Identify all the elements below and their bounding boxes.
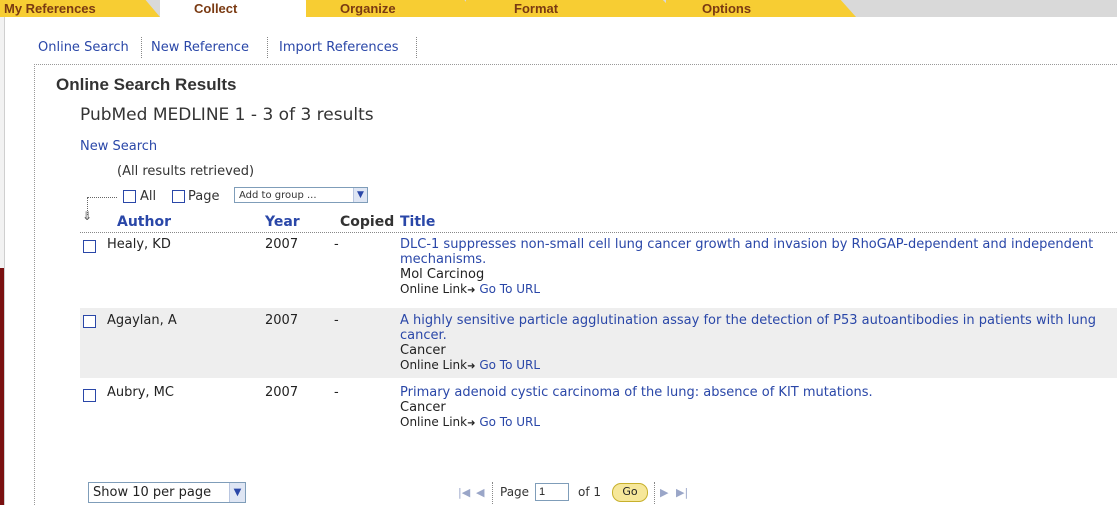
page-label: Page xyxy=(500,485,530,499)
row-title-block: A highly sensitive particle agglutinatio… xyxy=(400,313,1105,374)
tab-format-label: Format xyxy=(514,1,559,16)
row-author: Aubry, MC xyxy=(107,385,174,400)
page-title: Online Search Results xyxy=(56,75,237,94)
subnav-divider xyxy=(141,37,142,58)
tab-organize[interactable]: Organize xyxy=(306,0,480,17)
subnav-new-reference[interactable]: New Reference xyxy=(151,40,249,55)
left-accent-bar xyxy=(0,268,4,505)
tab-format[interactable]: Format xyxy=(466,0,680,17)
table-row: Healy, KD 2007 - DLC-1 suppresses non-sm… xyxy=(80,235,1117,307)
select-all-label: All xyxy=(140,189,157,204)
add-to-group-value: Add to group ... xyxy=(239,190,317,201)
row-online-link: Online Link➜ Go To URL xyxy=(400,358,1105,374)
row-journal: Cancer xyxy=(400,400,446,415)
page-number-input[interactable] xyxy=(535,483,569,501)
row-title-link[interactable]: A highly sensitive particle agglutinatio… xyxy=(400,313,1105,343)
row-year: 2007 xyxy=(265,385,299,400)
dropdown-arrow-icon: ▼ xyxy=(353,188,367,202)
table-row: Agaylan, A 2007 - A highly sensitive par… xyxy=(80,308,1117,378)
add-to-group-select[interactable]: Add to group ... ▼ xyxy=(234,187,368,203)
go-to-url-link[interactable]: Go To URL xyxy=(479,358,540,372)
new-search-link[interactable]: New Search xyxy=(80,139,157,154)
column-year[interactable]: Year xyxy=(265,214,300,230)
tab-collect-label: Collect xyxy=(194,1,238,16)
dotted-down-arrow-icon: ⇓ xyxy=(82,209,93,223)
content-left-divider xyxy=(34,64,35,505)
pagination-controls: |◀ ◀ Page of 1 Go ▶ ▶| xyxy=(458,482,718,506)
subnav-divider xyxy=(267,37,268,58)
tab-my-references[interactable]: My References xyxy=(0,0,160,17)
select-page-label: Page xyxy=(188,189,220,204)
subnav-divider xyxy=(416,37,417,58)
tab-organize-label: Organize xyxy=(340,1,396,16)
row-checkbox[interactable] xyxy=(83,240,96,253)
row-title-block: DLC-1 suppresses non-small cell lung can… xyxy=(400,237,1105,298)
row-copied: - xyxy=(334,313,339,328)
per-page-value: Show 10 per page xyxy=(93,485,212,500)
row-journal: Mol Carcinog xyxy=(400,267,485,282)
row-title-block: Primary adenoid cystic carcinoma of the … xyxy=(400,385,1105,431)
results-summary: PubMed MEDLINE 1 - 3 of 3 results xyxy=(80,105,374,125)
first-page-icon[interactable]: |◀ xyxy=(458,486,470,499)
next-page-icon[interactable]: ▶ xyxy=(660,486,668,499)
go-to-url-link[interactable]: Go To URL xyxy=(479,282,540,296)
pager-divider xyxy=(492,482,493,504)
link-arrow-icon: ➜ xyxy=(467,418,476,429)
go-to-url-link[interactable]: Go To URL xyxy=(479,415,540,429)
pager-divider xyxy=(654,482,655,504)
retrieved-status: (All results retrieved) xyxy=(117,164,255,179)
row-year: 2007 xyxy=(265,237,299,252)
last-page-icon[interactable]: ▶| xyxy=(676,486,688,499)
row-author: Agaylan, A xyxy=(107,313,177,328)
row-checkbox[interactable] xyxy=(83,315,96,328)
selection-bracket xyxy=(87,197,117,198)
online-link-label: Online Link xyxy=(400,415,468,429)
row-copied: - xyxy=(334,385,339,400)
online-link-label: Online Link xyxy=(400,282,468,296)
tab-options-label: Options xyxy=(702,1,752,16)
row-title-link[interactable]: Primary adenoid cystic carcinoma of the … xyxy=(400,385,1105,400)
select-page-checkbox[interactable] xyxy=(172,190,185,203)
header-divider xyxy=(80,232,1117,233)
tab-options[interactable]: Options xyxy=(666,0,856,17)
select-all-checkbox[interactable] xyxy=(123,190,136,203)
per-page-select[interactable]: Show 10 per page ▼ xyxy=(88,482,246,503)
row-title-link[interactable]: DLC-1 suppresses non-small cell lung can… xyxy=(400,237,1105,267)
link-arrow-icon: ➜ xyxy=(467,361,476,372)
dropdown-arrow-icon: ▼ xyxy=(229,483,245,502)
row-author: Healy, KD xyxy=(107,237,171,252)
row-journal: Cancer xyxy=(400,343,446,358)
column-author[interactable]: Author xyxy=(117,214,171,230)
content-top-divider xyxy=(34,64,1117,65)
row-online-link: Online Link➜ Go To URL xyxy=(400,282,1105,298)
subnav-online-search[interactable]: Online Search xyxy=(38,40,129,55)
row-copied: - xyxy=(334,237,339,252)
tab-my-references-label: My References xyxy=(4,1,96,16)
row-checkbox[interactable] xyxy=(83,389,96,402)
go-button[interactable]: Go xyxy=(612,483,648,502)
main-tab-bar: My References Collect Organize Format Op… xyxy=(0,0,1117,17)
tab-collect[interactable]: Collect xyxy=(160,0,320,17)
page-of-label: of 1 xyxy=(578,485,602,499)
row-online-link: Online Link➜ Go To URL xyxy=(400,415,1105,431)
table-row: Aubry, MC 2007 - Primary adenoid cystic … xyxy=(80,382,1117,442)
subnav-import-references[interactable]: Import References xyxy=(279,40,399,55)
online-link-label: Online Link xyxy=(400,358,468,372)
link-arrow-icon: ➜ xyxy=(467,285,476,296)
row-year: 2007 xyxy=(265,313,299,328)
column-copied: Copied xyxy=(340,214,395,230)
prev-page-icon[interactable]: ◀ xyxy=(476,486,484,499)
column-title[interactable]: Title xyxy=(400,214,435,230)
